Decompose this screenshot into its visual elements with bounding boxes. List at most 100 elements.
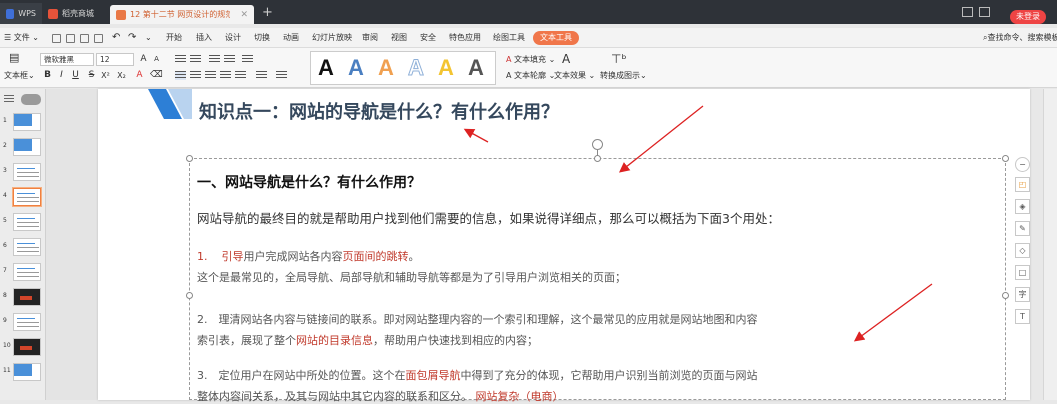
tab-docer-store[interactable]: 稻壳商城 bbox=[42, 3, 108, 24]
resize-handle-right[interactable] bbox=[1002, 292, 1009, 299]
resize-handle-top-right[interactable] bbox=[1002, 155, 1009, 162]
text-style-1[interactable]: A bbox=[318, 55, 334, 81]
pen-icon[interactable]: ✎ bbox=[1015, 221, 1030, 236]
resize-handle-left[interactable] bbox=[186, 292, 193, 299]
slide-thumbnail[interactable] bbox=[13, 313, 41, 331]
more-icon[interactable]: ⌄ bbox=[145, 31, 152, 45]
slide-thumbnail[interactable] bbox=[13, 238, 41, 256]
convert-art-button[interactable]: 转换成图示⌄ bbox=[600, 70, 647, 81]
login-button[interactable]: 未登录 bbox=[1010, 10, 1046, 24]
menu-transition[interactable]: 切换 bbox=[254, 31, 270, 45]
text-style-2[interactable]: A bbox=[348, 55, 364, 81]
grow-font-icon[interactable]: A bbox=[138, 54, 149, 65]
text-style-5[interactable]: A bbox=[438, 55, 454, 81]
menu-drawing-tools[interactable]: 绘图工具 bbox=[493, 31, 525, 45]
outline-view-icon[interactable] bbox=[4, 95, 14, 104]
justify-icon[interactable] bbox=[220, 71, 231, 80]
file-menu[interactable]: ☰ 文件 ⌄ bbox=[4, 31, 39, 45]
slide-thumbnail-row[interactable]: 4 bbox=[0, 187, 46, 207]
print-icon[interactable] bbox=[80, 34, 89, 43]
slide-thumbnail-row[interactable]: 9 bbox=[0, 312, 46, 332]
bullets-icon[interactable] bbox=[175, 55, 186, 64]
slide-thumbnail[interactable] bbox=[13, 188, 41, 206]
slide-thumbnail-row[interactable]: 11 bbox=[0, 362, 46, 382]
vertical-scrollbar[interactable] bbox=[1043, 89, 1057, 400]
slide-thumbnail-row[interactable]: 1 bbox=[0, 112, 46, 132]
font-size-select[interactable]: 12 bbox=[96, 53, 134, 66]
tab-document[interactable]: 12 第十二节 网页设计的规范 ✕ bbox=[110, 5, 254, 24]
menu-start[interactable]: 开始 bbox=[166, 31, 182, 45]
rotate-handle[interactable] bbox=[592, 139, 603, 150]
distribute-icon[interactable] bbox=[235, 71, 246, 80]
slide-thumbnail[interactable] bbox=[13, 213, 41, 231]
shrink-font-icon[interactable]: A bbox=[151, 54, 162, 65]
vertical-align-icon[interactable] bbox=[276, 71, 287, 80]
slide-thumbnail-row[interactable]: 5 bbox=[0, 212, 46, 232]
resize-handle-top-left[interactable] bbox=[186, 155, 193, 162]
slide-thumbnail-row[interactable]: 2 bbox=[0, 137, 46, 157]
outdent-icon[interactable] bbox=[209, 55, 220, 64]
menu-review[interactable]: 审阅 bbox=[362, 31, 378, 45]
text-icon[interactable]: 字 bbox=[1015, 287, 1030, 302]
subscript-icon[interactable]: X₂ bbox=[116, 70, 127, 81]
command-search[interactable]: ⌕查找命令、搜索模板 bbox=[983, 31, 1057, 45]
text-fill-button[interactable]: A 文本填充 ⌄ bbox=[506, 54, 555, 65]
underline-icon[interactable]: U bbox=[70, 70, 81, 81]
slide-thumbnail[interactable] bbox=[13, 163, 41, 181]
menu-text-tools[interactable]: 文本工具 bbox=[533, 31, 579, 45]
clear-format-icon[interactable]: ⌫ bbox=[150, 70, 163, 81]
fill-icon[interactable]: ◇ bbox=[1015, 243, 1030, 258]
new-tab-icon[interactable]: + bbox=[262, 6, 273, 19]
slide-thumbnail[interactable] bbox=[13, 113, 41, 131]
slide-thumbnail[interactable] bbox=[13, 338, 41, 356]
text-style-3[interactable]: A bbox=[378, 55, 394, 81]
redo-icon[interactable]: ↷ bbox=[128, 31, 136, 45]
bold-icon[interactable]: B bbox=[42, 70, 53, 81]
slide-thumbnail[interactable] bbox=[13, 138, 41, 156]
align-left-icon[interactable] bbox=[175, 71, 186, 80]
slide-thumbnail[interactable] bbox=[13, 263, 41, 281]
tab-wps[interactable]: WPS bbox=[0, 3, 42, 24]
layers-icon[interactable]: ◈ bbox=[1015, 199, 1030, 214]
align-right-icon[interactable] bbox=[205, 71, 216, 80]
slide-view-toggle[interactable] bbox=[21, 94, 41, 105]
slide-thumbnail-row[interactable]: 10 bbox=[0, 337, 46, 357]
menu-security[interactable]: 安全 bbox=[420, 31, 436, 45]
menu-features[interactable]: 特色应用 bbox=[449, 31, 481, 45]
shape-icon[interactable]: ◰ bbox=[1015, 177, 1030, 192]
line-spacing-icon[interactable] bbox=[242, 55, 253, 64]
slide-thumbnail-row[interactable]: 3 bbox=[0, 162, 46, 182]
close-tab-icon[interactable]: ✕ bbox=[240, 10, 248, 20]
restore-icon[interactable] bbox=[979, 7, 990, 17]
menu-slideshow[interactable]: 幻灯片放映 bbox=[312, 31, 352, 45]
menu-insert[interactable]: 插入 bbox=[196, 31, 212, 45]
text-direction-icon[interactable] bbox=[256, 71, 267, 80]
minus-icon[interactable]: − bbox=[1015, 157, 1030, 172]
textbox-icon[interactable]: ▤ bbox=[6, 52, 28, 65]
menu-view[interactable]: 视图 bbox=[391, 31, 407, 45]
align-center-icon[interactable] bbox=[190, 71, 201, 80]
layout-icon[interactable] bbox=[962, 7, 973, 17]
italic-icon[interactable]: I bbox=[56, 70, 67, 81]
open-icon[interactable] bbox=[66, 34, 75, 43]
preview-icon[interactable] bbox=[94, 34, 103, 43]
strikethrough-icon[interactable]: S bbox=[86, 70, 97, 81]
slide-title[interactable]: 知识点一：网站的导航是什么？有什么作用？ bbox=[199, 98, 559, 124]
undo-icon[interactable]: ↶ bbox=[112, 31, 120, 45]
text-style-4[interactable]: A bbox=[408, 55, 425, 81]
slide-thumbnail[interactable] bbox=[13, 363, 41, 381]
menu-design[interactable]: 设计 bbox=[225, 31, 241, 45]
save-icon[interactable] bbox=[52, 34, 61, 43]
slide-thumbnail[interactable] bbox=[13, 288, 41, 306]
frame-icon[interactable]: □ bbox=[1015, 265, 1030, 280]
resize-handle-top[interactable] bbox=[594, 155, 601, 162]
textbox-button[interactable]: 文本框⌄ bbox=[4, 70, 35, 81]
slide-thumbnail-row[interactable]: 8 bbox=[0, 287, 46, 307]
translate-icon[interactable]: T bbox=[1015, 309, 1030, 324]
slide-thumbnail-row[interactable]: 7 bbox=[0, 262, 46, 282]
text-outline-button[interactable]: A 文本轮廓 ⌄ bbox=[506, 70, 555, 81]
indent-icon[interactable] bbox=[224, 55, 235, 64]
text-effect-button[interactable]: 文本效果 ⌄ bbox=[554, 70, 595, 81]
numbering-icon[interactable] bbox=[190, 55, 201, 64]
menu-animation[interactable]: 动画 bbox=[283, 31, 299, 45]
